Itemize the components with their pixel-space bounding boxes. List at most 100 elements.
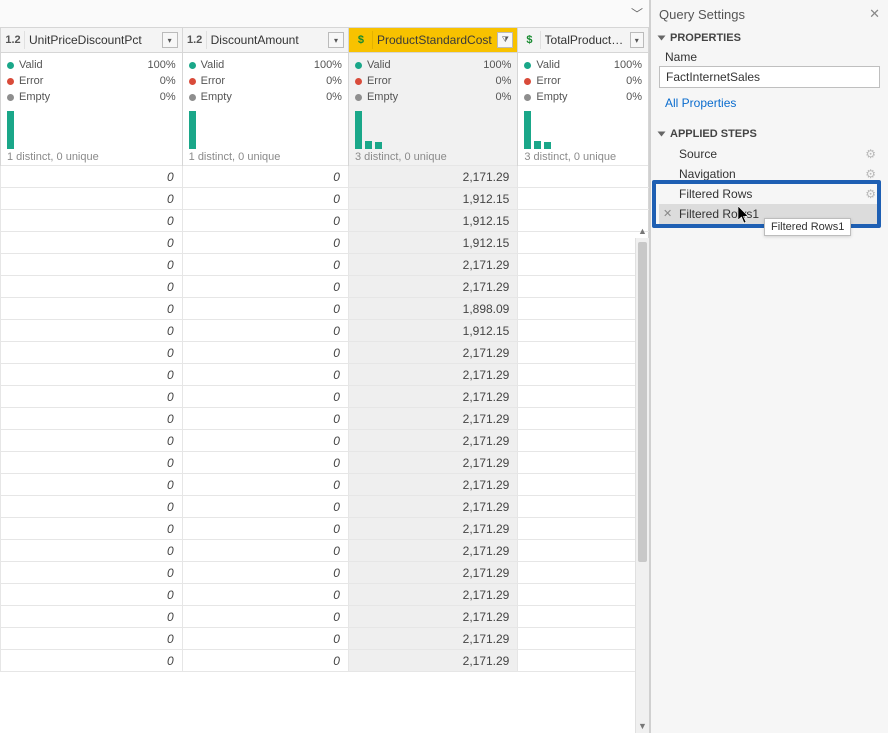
table-row[interactable]: 001,912.15 — [1, 188, 649, 210]
vertical-scrollbar[interactable]: ▲ ▼ — [635, 238, 649, 733]
cell[interactable]: 0 — [1, 188, 183, 210]
close-icon[interactable]: ✕ — [869, 6, 880, 22]
cell[interactable] — [518, 386, 649, 408]
cell[interactable]: 0 — [182, 540, 348, 562]
cell[interactable] — [518, 364, 649, 386]
cell[interactable]: 0 — [182, 188, 348, 210]
cell[interactable]: 0 — [182, 386, 348, 408]
properties-heading[interactable]: PROPERTIES — [659, 32, 880, 44]
table-row[interactable]: 002,171.29 — [1, 474, 649, 496]
cell[interactable]: 2,171.29 — [348, 628, 517, 650]
cell[interactable] — [518, 342, 649, 364]
cell[interactable] — [518, 474, 649, 496]
cell[interactable]: 2,171.29 — [348, 540, 517, 562]
cell[interactable]: 0 — [1, 606, 183, 628]
cell[interactable]: 0 — [182, 254, 348, 276]
filter-active-icon[interactable]: ⧩ — [497, 32, 513, 48]
datatype-icon[interactable]: 1.2 — [5, 31, 25, 49]
applied-steps-heading[interactable]: APPLIED STEPS — [659, 128, 880, 140]
cell[interactable]: 0 — [1, 540, 183, 562]
column-header[interactable]: $ProductStandardCost⧩ — [348, 28, 517, 53]
cell[interactable]: 0 — [1, 430, 183, 452]
table-row[interactable]: 001,898.09 — [1, 298, 649, 320]
cell[interactable] — [518, 628, 649, 650]
cell[interactable] — [518, 518, 649, 540]
table-row[interactable]: 002,171.29 — [1, 606, 649, 628]
cell[interactable]: 0 — [1, 232, 183, 254]
cell[interactable] — [518, 298, 649, 320]
cell[interactable]: 0 — [1, 452, 183, 474]
query-name-input[interactable] — [659, 66, 880, 88]
cell[interactable]: 0 — [1, 562, 183, 584]
cell[interactable] — [518, 166, 649, 188]
cell[interactable]: 0 — [1, 474, 183, 496]
table-row[interactable]: 002,171.29 — [1, 628, 649, 650]
cell[interactable]: 2,171.29 — [348, 364, 517, 386]
cell[interactable]: 0 — [1, 364, 183, 386]
cell[interactable]: 2,171.29 — [348, 650, 517, 672]
cell[interactable]: 1,912.15 — [348, 232, 517, 254]
scrollbar-thumb[interactable] — [638, 242, 647, 562]
scroll-up-icon[interactable]: ▲ — [636, 224, 649, 238]
cell[interactable] — [518, 276, 649, 298]
table-row[interactable]: 002,171.29 — [1, 166, 649, 188]
scroll-down-icon[interactable]: ▼ — [636, 719, 649, 733]
cell[interactable]: 0 — [182, 408, 348, 430]
datatype-icon[interactable]: $ — [353, 31, 373, 49]
gear-icon[interactable]: ⚙ — [865, 187, 876, 201]
cell[interactable]: 0 — [1, 298, 183, 320]
cell[interactable]: 0 — [182, 562, 348, 584]
cell[interactable]: 0 — [1, 496, 183, 518]
cell[interactable]: 0 — [1, 210, 183, 232]
cell[interactable]: 0 — [182, 364, 348, 386]
cell[interactable]: 0 — [182, 320, 348, 342]
cell[interactable]: 2,171.29 — [348, 386, 517, 408]
cell[interactable]: 0 — [1, 166, 183, 188]
filter-dropdown-icon[interactable]: ▾ — [630, 32, 644, 48]
cell[interactable]: 2,171.29 — [348, 474, 517, 496]
cell[interactable] — [518, 540, 649, 562]
cell[interactable]: 0 — [182, 496, 348, 518]
delete-step-icon[interactable]: ✕ — [663, 207, 672, 220]
cell[interactable] — [518, 188, 649, 210]
cell[interactable]: 0 — [1, 276, 183, 298]
cell[interactable]: 2,171.29 — [348, 342, 517, 364]
cell[interactable]: 0 — [182, 342, 348, 364]
gear-icon[interactable]: ⚙ — [865, 167, 876, 181]
table-row[interactable]: 002,171.29 — [1, 364, 649, 386]
cell[interactable]: 0 — [1, 518, 183, 540]
cell[interactable]: 2,171.29 — [348, 562, 517, 584]
cell[interactable] — [518, 320, 649, 342]
cell[interactable]: 0 — [182, 276, 348, 298]
cell[interactable]: 2,171.29 — [348, 408, 517, 430]
cell[interactable]: 2,171.29 — [348, 430, 517, 452]
cell[interactable] — [518, 606, 649, 628]
cell[interactable]: 1,912.15 — [348, 210, 517, 232]
table-row[interactable]: 002,171.29 — [1, 386, 649, 408]
table-row[interactable]: 002,171.29 — [1, 430, 649, 452]
cell[interactable]: 2,171.29 — [348, 276, 517, 298]
cell[interactable]: 0 — [182, 232, 348, 254]
cell[interactable]: 1,898.09 — [348, 298, 517, 320]
filter-dropdown-icon[interactable]: ▾ — [328, 32, 344, 48]
cell[interactable]: 0 — [1, 628, 183, 650]
column-header[interactable]: 1.2DiscountAmount▾ — [182, 28, 348, 53]
cell[interactable]: 2,171.29 — [348, 606, 517, 628]
table-row[interactable]: 002,171.29 — [1, 254, 649, 276]
cell[interactable]: 2,171.29 — [348, 452, 517, 474]
table-row[interactable]: 002,171.29 — [1, 584, 649, 606]
cell[interactable]: 0 — [182, 474, 348, 496]
applied-step[interactable]: Filtered Rows⚙ — [659, 184, 880, 204]
cell[interactable]: 0 — [182, 650, 348, 672]
cell[interactable] — [518, 584, 649, 606]
cell[interactable]: 0 — [1, 342, 183, 364]
cell[interactable] — [518, 452, 649, 474]
table-row[interactable]: 002,171.29 — [1, 276, 649, 298]
cell[interactable]: 2,171.29 — [348, 518, 517, 540]
all-properties-link[interactable]: All Properties — [665, 96, 736, 110]
table-row[interactable]: 002,171.29 — [1, 518, 649, 540]
cell[interactable]: 0 — [1, 408, 183, 430]
column-header[interactable]: 1.2UnitPriceDiscountPct▾ — [1, 28, 183, 53]
cell[interactable] — [518, 430, 649, 452]
cell[interactable]: 0 — [1, 584, 183, 606]
